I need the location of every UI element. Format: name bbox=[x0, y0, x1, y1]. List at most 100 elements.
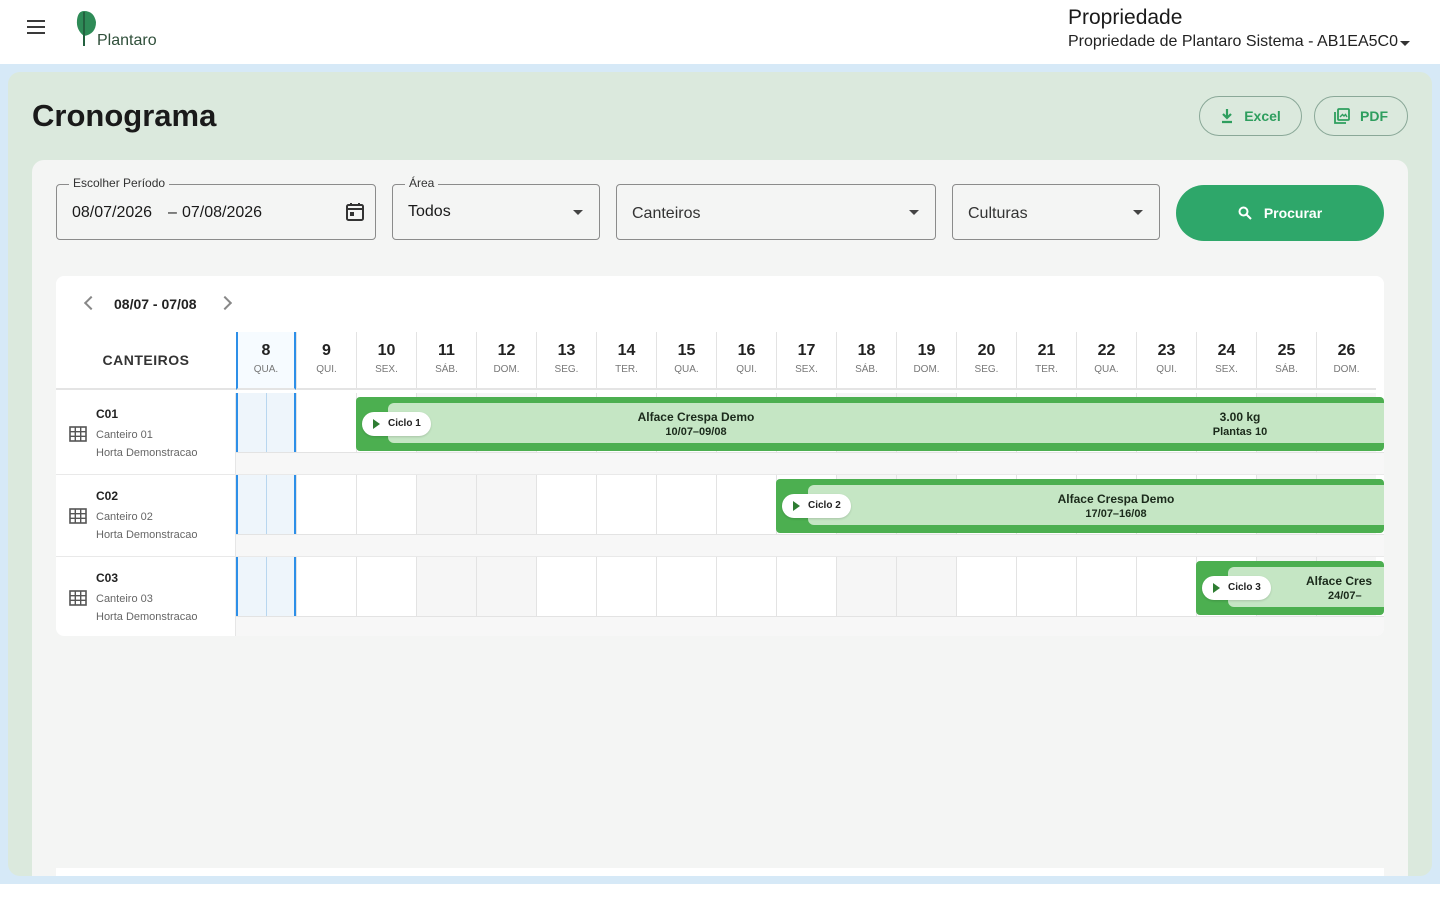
day-cell[interactable] bbox=[956, 557, 1016, 616]
day-weekday: SÁB. bbox=[855, 364, 878, 375]
day-number: 15 bbox=[677, 342, 696, 359]
day-cell[interactable] bbox=[356, 557, 416, 616]
search-button[interactable]: Procurar bbox=[1176, 185, 1384, 241]
canteiros-select[interactable]: Canteiros bbox=[616, 184, 936, 240]
day-number: 25 bbox=[1277, 342, 1296, 359]
canteiro-row-C01[interactable]: C01 Canteiro 01 Horta Demonstracao bbox=[56, 393, 236, 475]
cycle-crop: Alface Crespa Demo bbox=[637, 410, 755, 424]
day-number: 22 bbox=[1097, 342, 1116, 359]
day-cell[interactable] bbox=[476, 475, 536, 534]
period-separator: – bbox=[168, 204, 177, 221]
day-header-19: 19 DOM. bbox=[896, 332, 956, 390]
day-cell[interactable] bbox=[896, 557, 956, 616]
day-cell[interactable] bbox=[296, 393, 356, 452]
cycle-chip[interactable]: Ciclo 2 bbox=[782, 494, 851, 518]
day-weekday: QUA. bbox=[674, 364, 699, 375]
day-cell[interactable] bbox=[596, 475, 656, 534]
day-cell[interactable] bbox=[1136, 557, 1196, 616]
day-cell[interactable] bbox=[656, 475, 716, 534]
caret-down-icon bbox=[573, 210, 583, 215]
chevron-left-icon[interactable] bbox=[83, 295, 99, 311]
day-cell[interactable] bbox=[416, 475, 476, 534]
property-title: Propriedade bbox=[1068, 6, 1183, 29]
canteiros-placeholder: Canteiros bbox=[632, 205, 701, 222]
day-header-11: 11 SÁB. bbox=[416, 332, 476, 390]
day-cell[interactable] bbox=[1076, 557, 1136, 616]
day-header-8: 8 QUA. bbox=[236, 332, 296, 390]
cycle-dates: 10/07–09/08 bbox=[665, 426, 727, 438]
day-weekday: TER. bbox=[615, 364, 638, 375]
period-start[interactable]: 08/07/2026 bbox=[72, 204, 152, 222]
day-header-21: 21 TER. bbox=[1016, 332, 1076, 390]
property-dropdown[interactable]: Propriedade de Plantaro Sistema - AB1EA5… bbox=[1068, 33, 1424, 51]
day-cell[interactable] bbox=[836, 557, 896, 616]
day-weekday: DOM. bbox=[493, 364, 520, 375]
day-number: 20 bbox=[977, 342, 996, 359]
day-cell[interactable] bbox=[416, 557, 476, 616]
day-cell[interactable] bbox=[536, 475, 596, 534]
day-header-15: 15 QUA. bbox=[656, 332, 716, 390]
property-selector[interactable]: Propriedade Propriedade de Plantaro Sist… bbox=[1068, 6, 1424, 51]
chevron-right-icon[interactable] bbox=[217, 295, 233, 311]
cycle-bar[interactable]: Ciclo 2 Alface Crespa Demo 17/07–16/08 bbox=[776, 479, 1384, 533]
period-end[interactable]: 07/08/2026 bbox=[182, 204, 262, 222]
day-number: 11 bbox=[438, 342, 455, 359]
calendar-icon[interactable] bbox=[344, 201, 366, 223]
canteiro-area: Horta Demonstracao bbox=[96, 447, 198, 459]
export-excel-button[interactable]: Excel bbox=[1199, 96, 1302, 136]
day-header-16: 16 QUI. bbox=[716, 332, 776, 390]
day-cell[interactable] bbox=[356, 475, 416, 534]
cycle-bar[interactable]: Ciclo 1 Alface Crespa Demo 10/07–09/08 3.00… bbox=[356, 397, 1384, 451]
day-cell[interactable] bbox=[296, 557, 356, 616]
day-cell[interactable] bbox=[236, 475, 296, 534]
page-title: Cronograma bbox=[32, 98, 217, 133]
canteiro-row-C02[interactable]: C02 Canteiro 02 Horta Demonstracao bbox=[56, 475, 236, 557]
cycle-plants: Plantas 10 bbox=[1212, 426, 1268, 438]
day-weekday: QUI. bbox=[736, 364, 757, 375]
row-spacer bbox=[236, 617, 1384, 636]
day-number: 8 bbox=[261, 342, 271, 359]
day-cell[interactable] bbox=[1016, 557, 1076, 616]
cycle-chip[interactable]: Ciclo 1 bbox=[362, 412, 431, 436]
period-label: Escolher Período bbox=[69, 176, 170, 190]
area-select[interactable]: Área Todos bbox=[392, 176, 600, 240]
cycle-bar[interactable]: Ciclo 3 Alface Cres 24/07– bbox=[1196, 561, 1384, 615]
day-cell[interactable] bbox=[536, 557, 596, 616]
area-label: Área bbox=[405, 176, 439, 190]
content-frame: Cronograma Excel PDF Escolher Período 08… bbox=[0, 64, 1440, 884]
canteiro-code: C01 bbox=[96, 407, 119, 421]
canteiro-row-C03[interactable]: C03 Canteiro 03 Horta Demonstracao bbox=[56, 557, 236, 636]
day-header-24: 24 SEX. bbox=[1196, 332, 1256, 390]
day-weekday: SEX. bbox=[1215, 364, 1238, 375]
day-cell[interactable] bbox=[776, 557, 836, 616]
row-spacer bbox=[236, 453, 1384, 475]
day-cell[interactable] bbox=[656, 557, 716, 616]
day-cell[interactable] bbox=[236, 557, 296, 616]
export-pdf-button[interactable]: PDF bbox=[1314, 96, 1408, 136]
day-cell[interactable] bbox=[476, 557, 536, 616]
day-cell[interactable] bbox=[596, 557, 656, 616]
day-header-9: 9 QUI. bbox=[296, 332, 356, 390]
day-cell[interactable] bbox=[236, 393, 296, 452]
day-number: 24 bbox=[1217, 342, 1236, 359]
download-icon bbox=[1222, 109, 1233, 124]
row-spacer bbox=[236, 535, 1384, 557]
culturas-select[interactable]: Culturas bbox=[952, 184, 1160, 240]
day-cell[interactable] bbox=[716, 475, 776, 534]
day-cell[interactable] bbox=[716, 557, 776, 616]
day-cell[interactable] bbox=[296, 475, 356, 534]
day-number: 14 bbox=[617, 342, 636, 359]
day-number: 21 bbox=[1037, 342, 1056, 359]
logo-text: Plantaro bbox=[97, 32, 157, 49]
caret-down-icon bbox=[1133, 210, 1143, 215]
canteiros-column-header: CANTEIROS bbox=[56, 332, 236, 390]
day-header-26: 26 DOM. bbox=[1316, 332, 1376, 390]
menu-icon[interactable] bbox=[22, 16, 50, 38]
canteiro-name: Canteiro 02 bbox=[96, 511, 153, 523]
cycle-chip[interactable]: Ciclo 3 bbox=[1202, 576, 1271, 600]
period-field[interactable]: Escolher Período 08/07/2026 – 07/08/2026 bbox=[56, 176, 376, 240]
day-header-22: 22 QUA. bbox=[1076, 332, 1136, 390]
day-header-25: 25 SÁB. bbox=[1256, 332, 1316, 390]
cycle-crop: Alface Cres bbox=[1306, 574, 1373, 588]
day-header-20: 20 SEG. bbox=[956, 332, 1016, 390]
